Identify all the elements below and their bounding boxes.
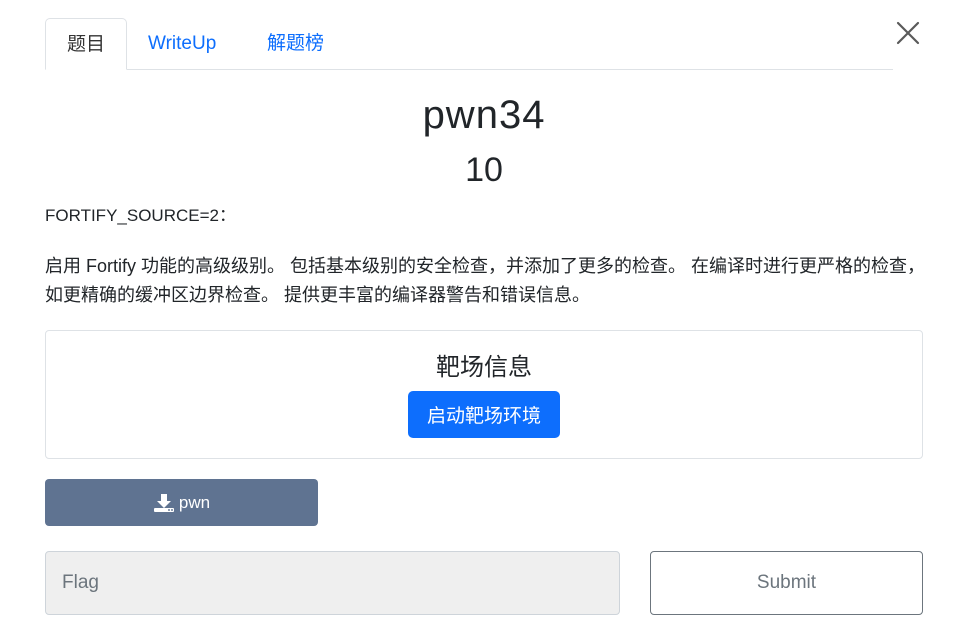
challenge-title: pwn34	[422, 93, 546, 137]
challenge-score: 10	[465, 151, 503, 189]
tab-challenge[interactable]: 题目	[45, 18, 128, 70]
close-icon	[896, 21, 920, 45]
tab-bar: 题目 WriteUp 解题榜	[45, 18, 893, 70]
tab-leaderboard[interactable]: 解题榜	[246, 18, 345, 70]
tab-writeup[interactable]: WriteUp	[127, 18, 237, 70]
close-button[interactable]	[893, 18, 923, 48]
download-label: pwn	[178, 492, 211, 512]
download-icon	[153, 493, 174, 512]
submit-button[interactable]: Submit	[650, 551, 923, 615]
range-info-card: 靶场信息 启动靶场环境	[45, 330, 923, 459]
description-body: 启用 Fortify 功能的高级级别。 包括基本级别的安全检查，并添加了更多的检…	[45, 256, 926, 305]
range-info-title: 靶场信息	[436, 354, 532, 381]
description-heading: FORTIFY_SOURCE=2：	[45, 206, 236, 225]
flag-input[interactable]	[45, 551, 620, 615]
start-range-button[interactable]: 启动靶场环境	[408, 391, 560, 438]
download-attachment-button[interactable]: pwn	[45, 479, 318, 526]
